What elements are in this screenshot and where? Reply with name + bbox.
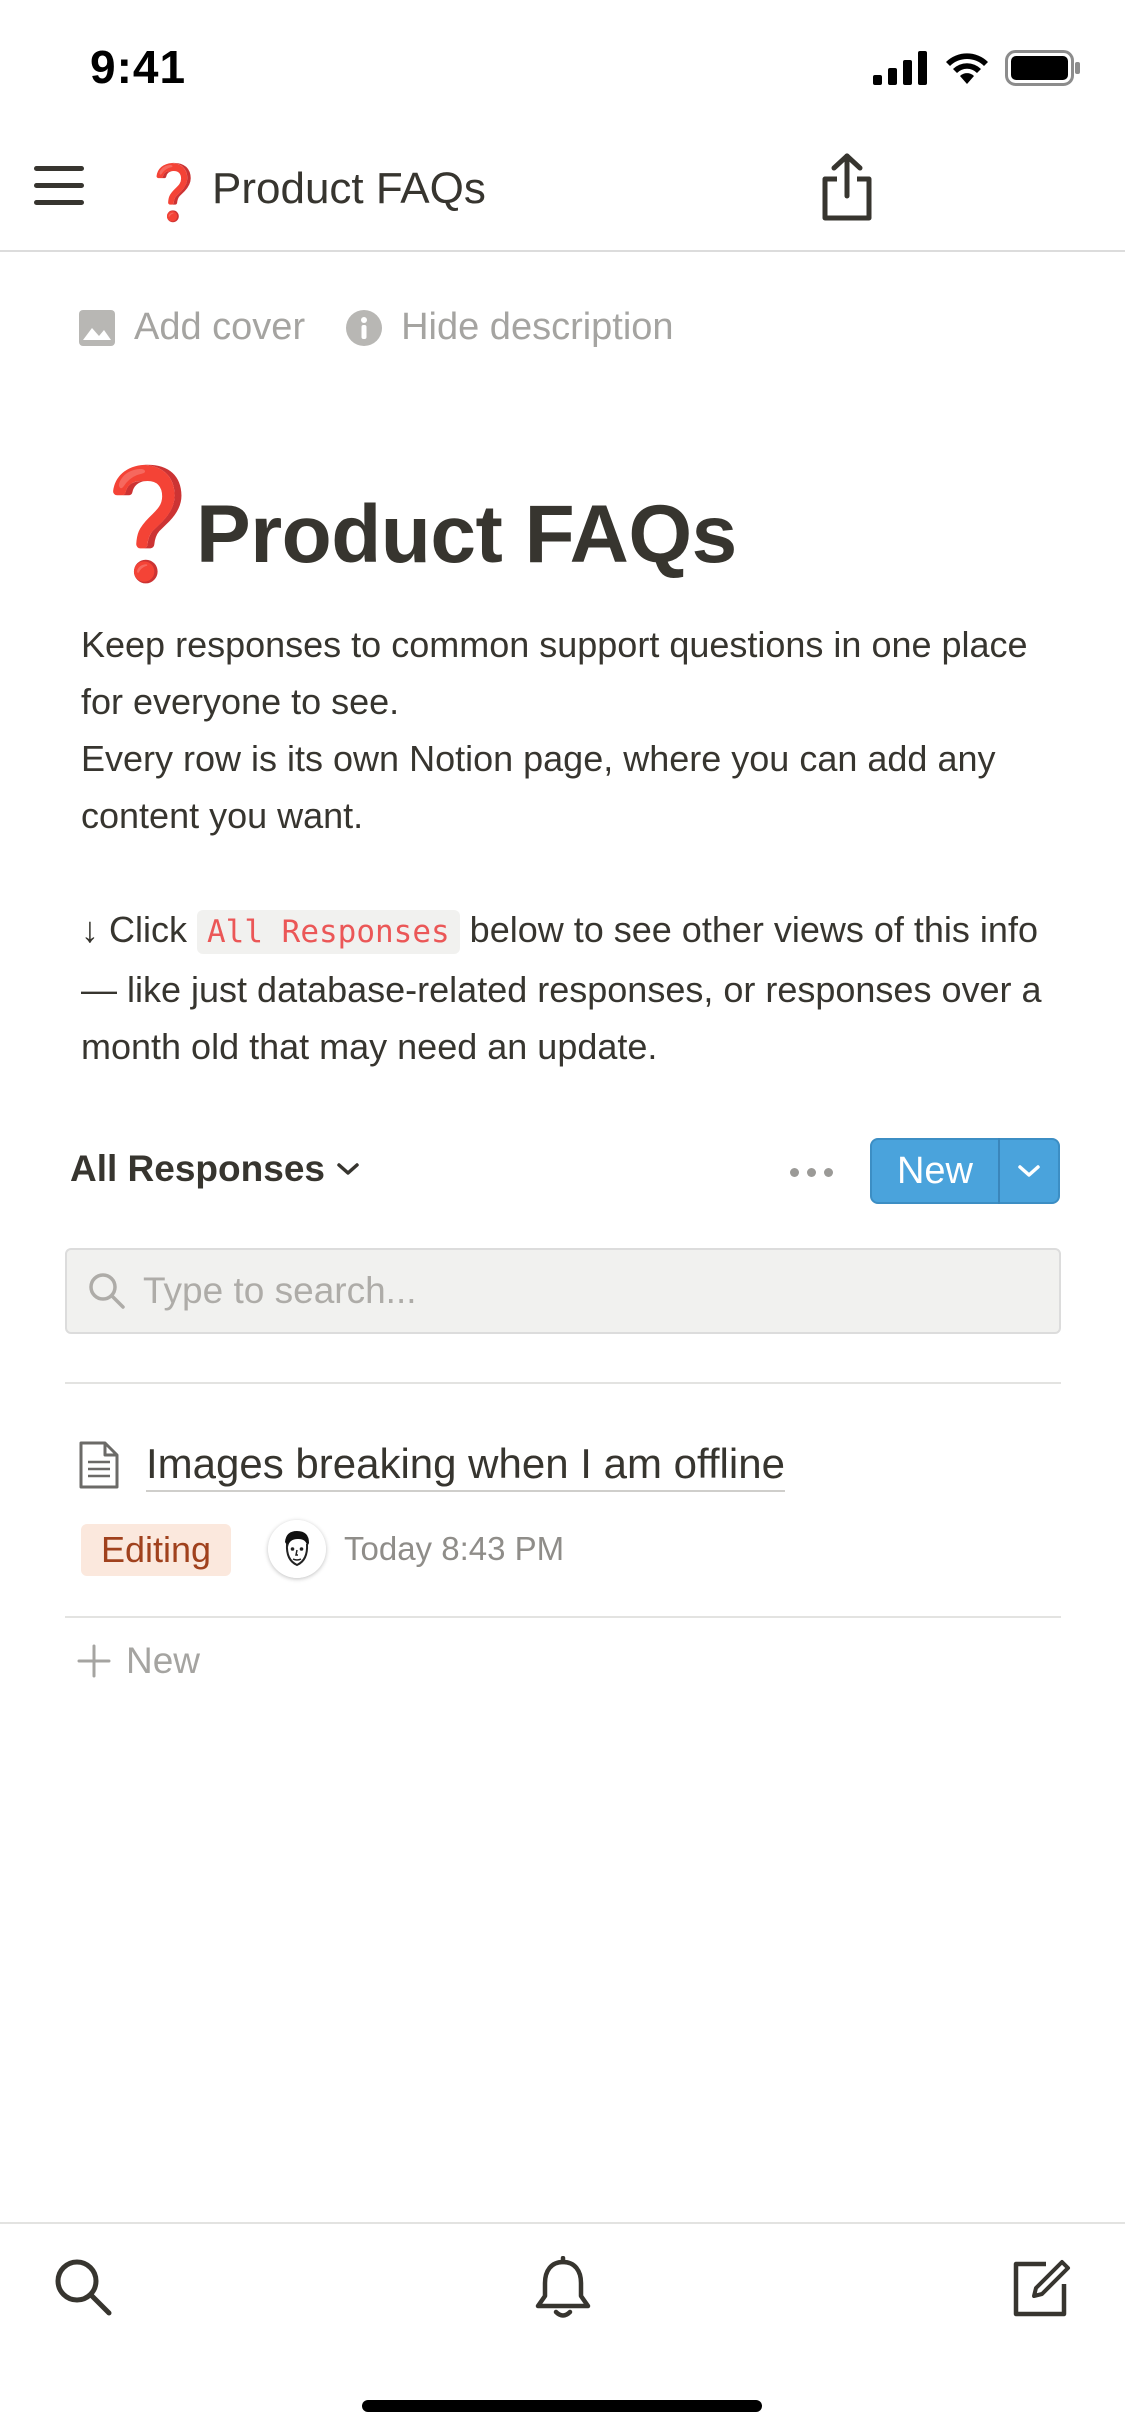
add-new-label: New (126, 1640, 201, 1681)
battery-icon (1005, 50, 1080, 86)
divider (65, 1616, 1061, 1618)
menu-icon[interactable] (34, 164, 84, 208)
wifi-icon (946, 53, 988, 84)
plus-icon (77, 1644, 111, 1678)
image-icon (79, 309, 115, 346)
nav-page-emoji: ❓ (140, 160, 208, 224)
chevron-down-icon (1018, 1165, 1040, 1177)
page-description[interactable]: Keep responses to common support questio… (81, 616, 1071, 1075)
search-icon[interactable] (52, 2256, 114, 2318)
status-time: 9:41 (90, 41, 187, 93)
new-dropdown-button[interactable] (1000, 1162, 1058, 1180)
nav-page-title[interactable]: Product FAQs (212, 164, 486, 214)
status-tag: Editing (81, 1524, 232, 1576)
hide-description-label: Hide description (401, 306, 674, 348)
description-click-prefix: ↓ Click (81, 909, 187, 950)
description-line-2: Every row is its own Notion page, where … (81, 738, 996, 836)
hide-description-button[interactable]: Hide description (345, 306, 674, 349)
page-meta-row: Add cover Hide description (78, 306, 674, 349)
row-title[interactable]: Images breaking when I am offline (146, 1440, 785, 1492)
view-name-label: All Responses (70, 1148, 325, 1189)
new-button[interactable]: New (872, 1150, 998, 1193)
status-icons (873, 48, 1081, 88)
search-icon (89, 1273, 125, 1309)
compose-icon[interactable] (1008, 2256, 1072, 2320)
view-selector[interactable]: All Responses (70, 1148, 361, 1190)
avatar (268, 1520, 326, 1578)
page-emoji[interactable]: ❓ (80, 470, 214, 578)
home-indicator (362, 2400, 762, 2412)
screen: 9:41 ❓ Product FAQs Add cover Hide descr… (0, 0, 1125, 2436)
page-title[interactable]: Product FAQs (196, 488, 737, 582)
description-line-1: Keep responses to common support questio… (81, 624, 1028, 722)
info-icon (346, 309, 383, 346)
search-input[interactable] (143, 1270, 1043, 1312)
share-icon[interactable] (818, 152, 876, 222)
add-cover-label: Add cover (134, 306, 306, 348)
new-button-group: New (870, 1138, 1060, 1204)
bell-icon[interactable] (532, 2256, 594, 2322)
description-line-3: ↓ Click All Responses below to see other… (81, 901, 1071, 1075)
row-timestamp: Today 8:43 PM (344, 1530, 565, 1567)
cellular-signal-icon (873, 51, 927, 85)
document-icon (79, 1441, 119, 1489)
chevron-down-icon (337, 1163, 359, 1175)
top-nav: ❓ Product FAQs (0, 130, 1125, 252)
divider (65, 1382, 1061, 1384)
inline-code: All Responses (197, 910, 460, 954)
more-options-icon[interactable] (790, 1160, 834, 1184)
add-new-row-button[interactable]: New (76, 1640, 200, 1682)
add-cover-button[interactable]: Add cover (78, 306, 305, 349)
search-box[interactable] (65, 1248, 1061, 1334)
